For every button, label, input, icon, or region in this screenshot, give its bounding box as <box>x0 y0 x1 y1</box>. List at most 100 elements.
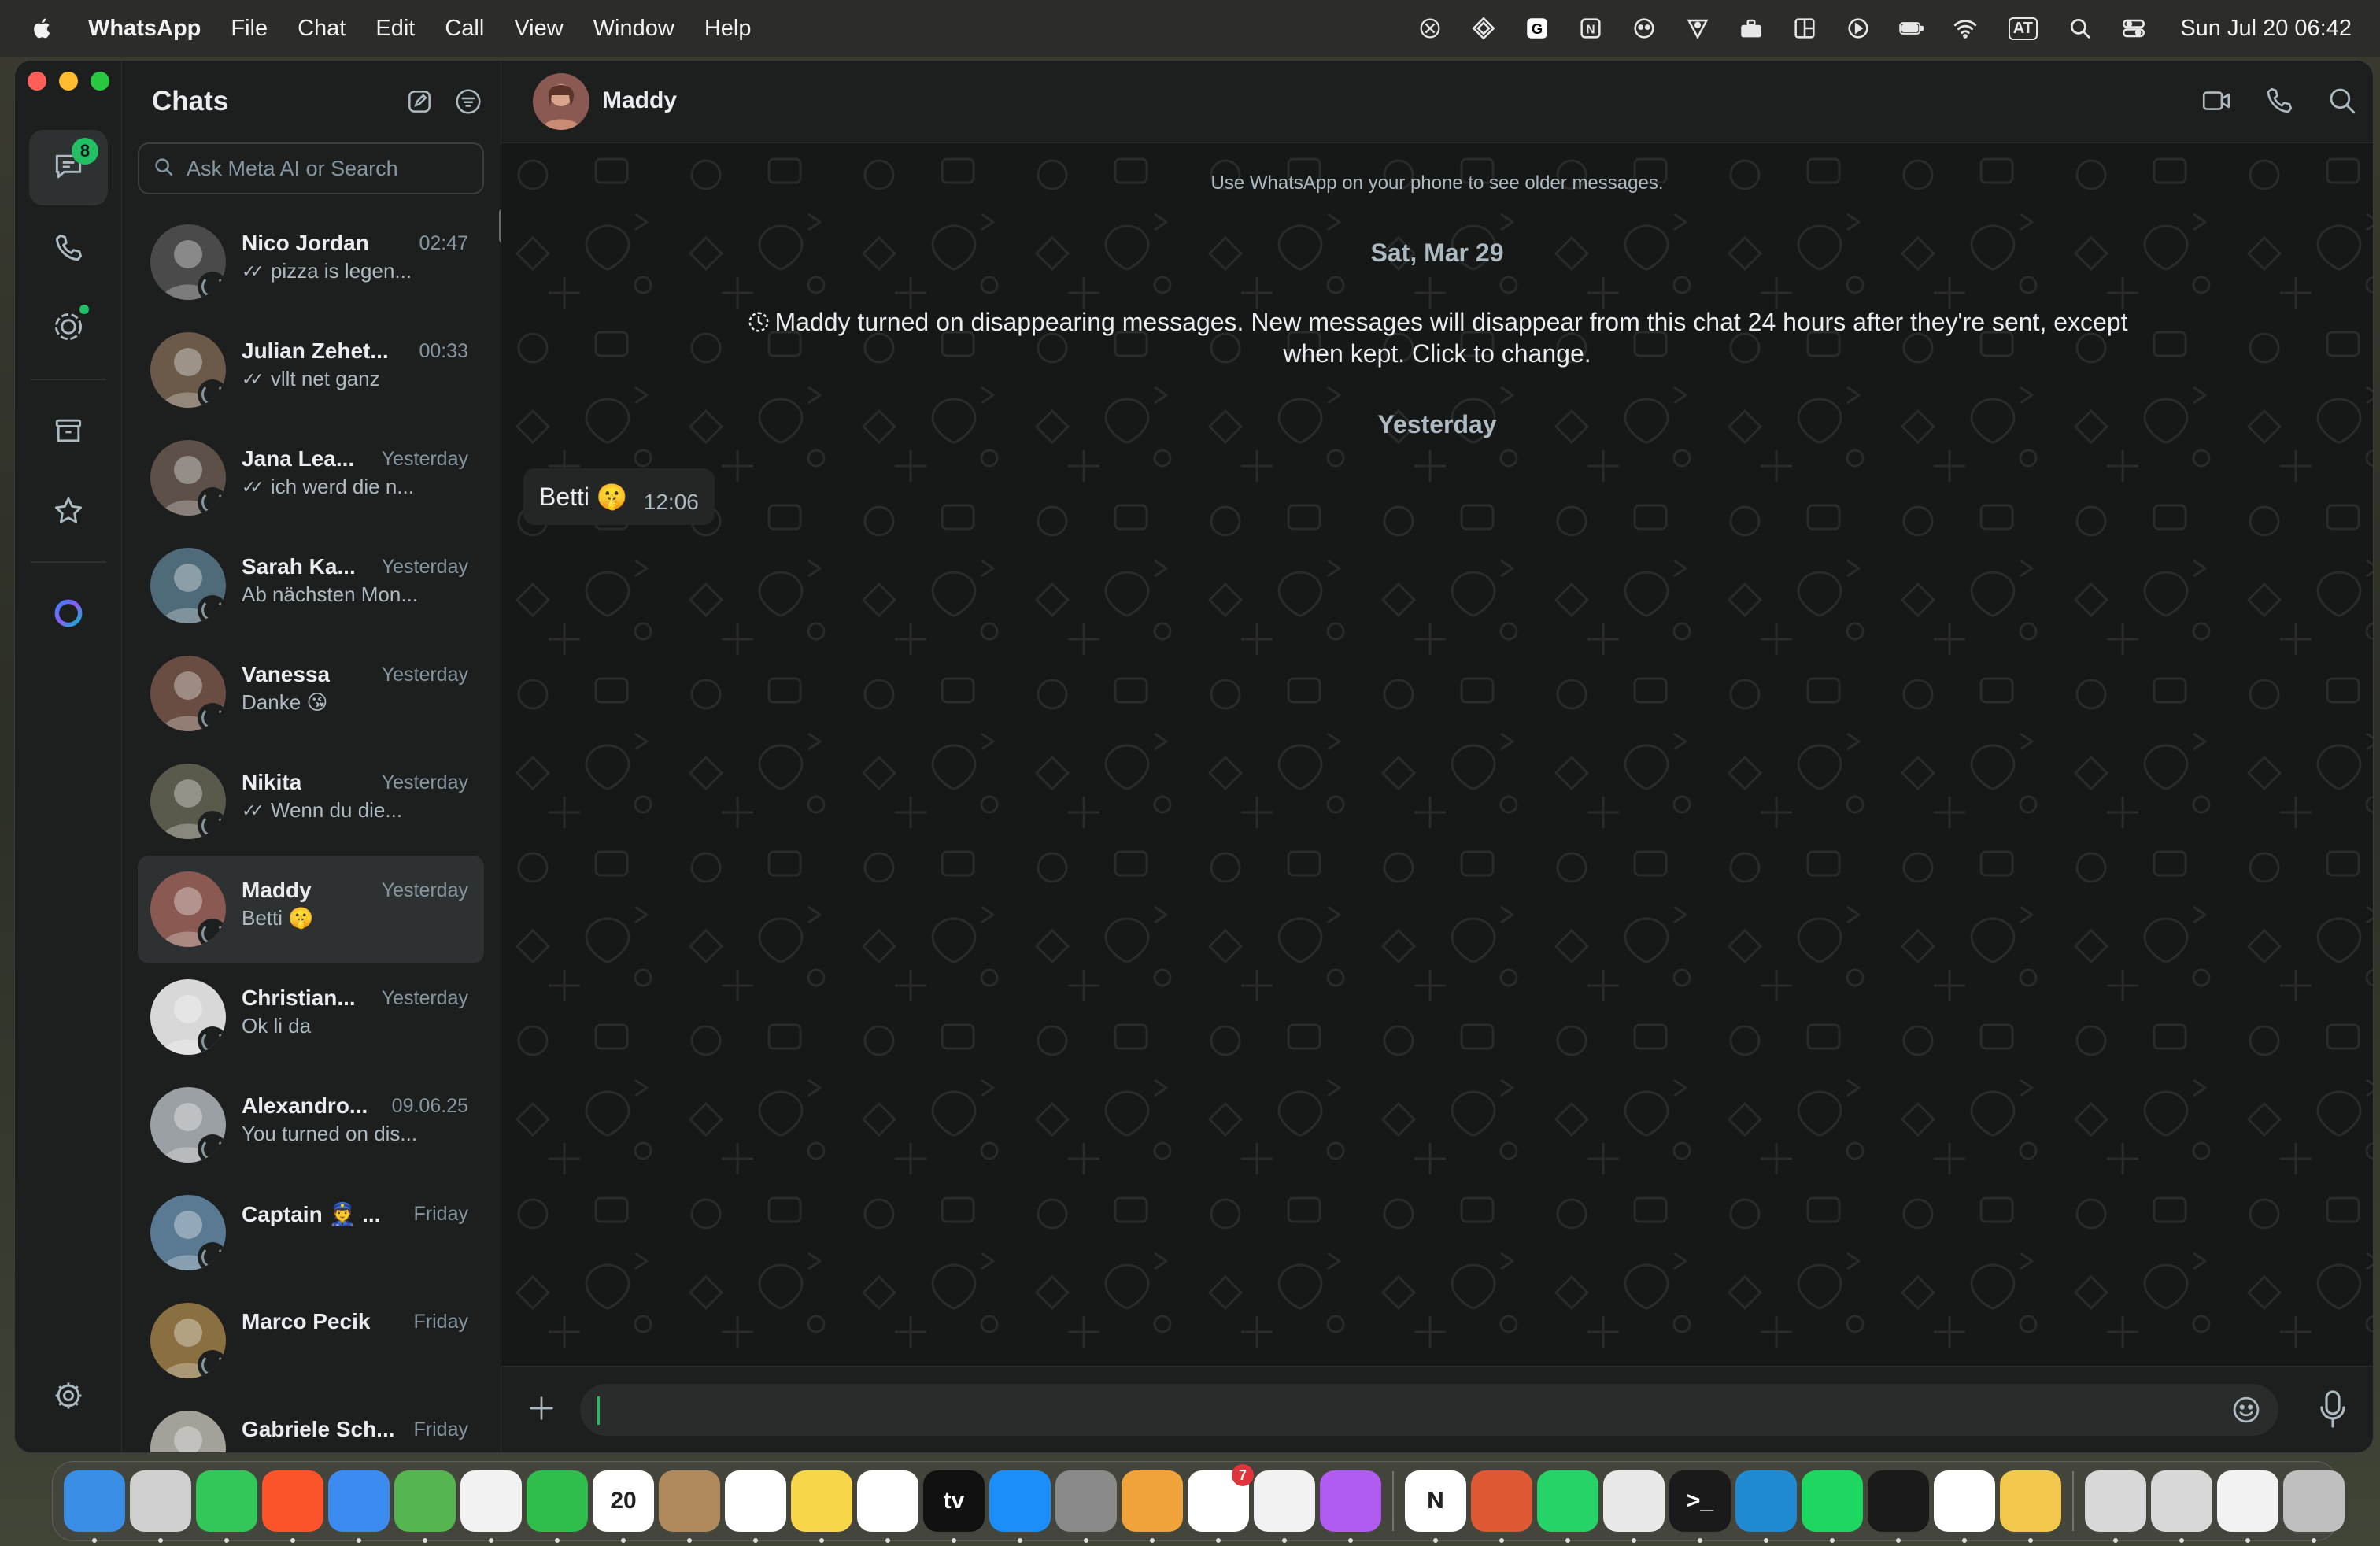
dock-app-store-icon[interactable] <box>989 1470 1051 1543</box>
dock-shortcuts-icon[interactable] <box>1320 1470 1381 1543</box>
chat-row[interactable]: Christian... Yesterday Ok li da <box>138 963 484 1071</box>
dock-downloads-folder-icon[interactable] <box>2151 1470 2212 1543</box>
dock-reminders-icon[interactable] <box>725 1470 786 1543</box>
menu-window[interactable]: Window <box>593 16 674 42</box>
input-source-icon[interactable]: AT <box>2004 13 2042 43</box>
dock-mail-icon[interactable] <box>328 1470 390 1543</box>
dock-terminal-icon[interactable]: >_ <box>1669 1470 1731 1543</box>
menu-call[interactable]: Call <box>445 16 484 42</box>
menubar-clock[interactable]: Sun Jul 20 06:42 <box>2180 16 2352 42</box>
menu-help[interactable]: Help <box>704 16 752 42</box>
rail-calls-button[interactable] <box>29 212 108 287</box>
conversation-header[interactable]: Maddy <box>501 61 2373 143</box>
dock-chrome-icon[interactable] <box>1603 1470 1665 1543</box>
dock-maps-icon[interactable] <box>394 1470 456 1543</box>
rail-starred-button[interactable] <box>29 475 108 550</box>
new-chat-button[interactable] <box>404 87 435 119</box>
video-call-button[interactable] <box>2198 84 2234 120</box>
play-icon[interactable] <box>1843 13 1873 43</box>
starred-icon <box>51 494 86 532</box>
date-separator: Yesterday <box>1377 410 1497 438</box>
dock-freeform-icon[interactable] <box>857 1470 918 1543</box>
emoji-icon[interactable] <box>2230 1393 2263 1426</box>
attach-button[interactable] <box>522 1390 561 1429</box>
chatgpt-icon[interactable] <box>1415 13 1445 43</box>
contact-name[interactable]: Maddy <box>602 87 677 114</box>
apple-menu-icon[interactable] <box>28 14 57 43</box>
chat-row[interactable]: Gabriele Sch... Friday <box>138 1395 484 1452</box>
dock-documents-folder-icon[interactable] <box>2085 1470 2146 1543</box>
dock-spark-mail-icon[interactable]: 7 <box>1188 1464 1254 1543</box>
dock-facetime-icon[interactable] <box>527 1470 588 1543</box>
dock-activity-monitor-icon[interactable] <box>1868 1470 1929 1543</box>
dock-desktop-folder-icon[interactable] <box>2217 1470 2278 1543</box>
grammarly-icon[interactable]: G <box>1522 13 1552 43</box>
chat-row[interactable]: Vanessa Yesterday Danke 😘 <box>138 640 484 748</box>
dock-apple-tv-icon[interactable]: tv <box>923 1470 985 1543</box>
notion-icon[interactable]: N <box>1576 13 1606 43</box>
battery-icon[interactable] <box>1897 13 1927 43</box>
search-input[interactable] <box>187 156 470 181</box>
minimize-window-button[interactable] <box>59 72 78 91</box>
microphone-icon[interactable] <box>2313 1387 2352 1431</box>
dock-duckduckgo-icon[interactable] <box>1471 1470 1532 1543</box>
chat-row[interactable]: Captain 👮 ... Friday <box>138 1179 484 1287</box>
menu-file[interactable]: File <box>231 16 268 42</box>
chat-row[interactable]: Maddy Yesterday Betti 🤫 <box>138 856 484 963</box>
zoom-window-button[interactable] <box>91 72 109 91</box>
close-window-button[interactable] <box>28 72 46 91</box>
chat-row[interactable]: Nico Jordan 02:47 ✓✓ pizza is legen... <box>138 209 484 316</box>
running-indicator <box>1348 1538 1353 1543</box>
menu-edit[interactable]: Edit <box>375 16 415 42</box>
vpn-icon[interactable] <box>1683 13 1713 43</box>
chat-row[interactable]: Marco Pecik Friday <box>138 1287 484 1395</box>
contact-avatar <box>150 1087 226 1163</box>
disappearing-messages-notice[interactable]: Maddy turned on disappearing messages. N… <box>737 306 2137 369</box>
dock-pages-icon[interactable] <box>1122 1470 1183 1543</box>
copilot-icon[interactable] <box>1629 13 1659 43</box>
toolbox-icon[interactable] <box>1736 13 1766 43</box>
dock-calendar-icon[interactable]: 20 <box>593 1470 654 1543</box>
message-input[interactable] <box>580 1384 2278 1436</box>
chat-row[interactable]: Alexandro... 09.06.25 You turned on dis... <box>138 1071 484 1179</box>
dock-chatgpt-icon[interactable] <box>1934 1470 1995 1543</box>
diamond-icon[interactable] <box>1469 13 1499 43</box>
dock-trash-icon[interactable] <box>2283 1470 2345 1543</box>
rail-meta-ai-button[interactable] <box>29 577 108 653</box>
dock-spotify-icon[interactable] <box>1802 1470 1863 1543</box>
menu-chat[interactable]: Chat <box>298 16 346 42</box>
chat-row[interactable]: Jana Lea... Yesterday ✓✓ ich werd die n... <box>138 424 484 532</box>
dock-system-settings-icon[interactable] <box>1055 1470 1117 1543</box>
filter-chats-button[interactable] <box>453 87 484 119</box>
dock-photos-icon[interactable] <box>460 1470 522 1543</box>
rail-chats-button[interactable]: 8 <box>29 130 108 205</box>
incoming-message[interactable]: Betti 🤫 12:06 <box>523 468 715 525</box>
voice-call-button[interactable] <box>2261 84 2297 120</box>
dock-notion-icon[interactable]: N <box>1405 1470 1466 1543</box>
dock-whatsapp-icon[interactable] <box>1537 1470 1598 1543</box>
dock-brave-icon[interactable] <box>262 1470 323 1543</box>
rail-settings-button[interactable] <box>29 1359 108 1435</box>
search-in-chat-button[interactable] <box>2324 84 2360 120</box>
control-center-icon[interactable] <box>2119 13 2149 43</box>
chat-row[interactable]: Nikita Yesterday ✓✓ Wenn du die... <box>138 748 484 856</box>
dock-vpn-app-icon[interactable] <box>1254 1470 1315 1543</box>
dock-contacts-icon[interactable] <box>659 1470 720 1543</box>
spotlight-icon[interactable] <box>2065 13 2095 43</box>
menu-app-name[interactable]: WhatsApp <box>88 16 201 42</box>
menu-view[interactable]: View <box>514 16 563 42</box>
dock-notes-icon[interactable] <box>791 1470 852 1543</box>
contact-avatar[interactable] <box>533 73 589 130</box>
window-manager-icon[interactable] <box>1790 13 1820 43</box>
dock-finder-icon[interactable] <box>64 1470 125 1543</box>
rail-status-button[interactable] <box>29 290 108 366</box>
rail-archive-button[interactable] <box>29 394 108 470</box>
dock-python-icon[interactable] <box>2000 1470 2061 1543</box>
chat-row[interactable]: Julian Zehet... 00:33 ✓✓ vllt net ganz <box>138 316 484 424</box>
dock-launchpad-icon[interactable] <box>130 1470 191 1543</box>
search-bar[interactable] <box>138 142 484 194</box>
dock-messages-icon[interactable] <box>196 1470 257 1543</box>
chat-row[interactable]: Sarah Ka... Yesterday Ab nächsten Mon... <box>138 532 484 640</box>
wifi-icon[interactable] <box>1950 13 1980 43</box>
dock-vscode-icon[interactable] <box>1735 1470 1797 1543</box>
